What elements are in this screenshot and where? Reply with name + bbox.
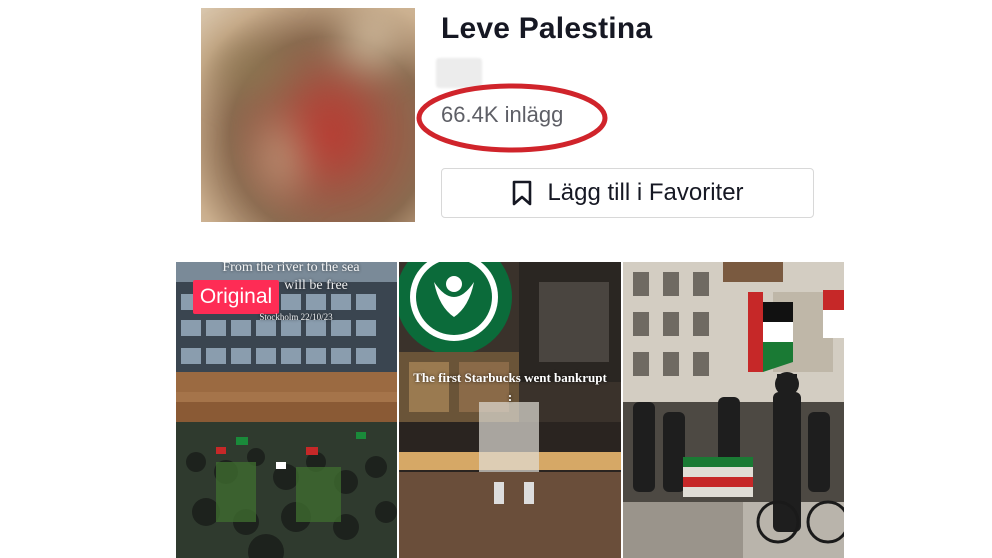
post-count: 66.4K inlägg — [441, 102, 564, 127]
add-to-favorites-label: Lägg till i Favoriter — [547, 179, 744, 206]
video-overlay-caption: Stockholm 22/10/23 — [259, 312, 333, 322]
video-grid: Original From the river to the sea will … — [176, 262, 844, 558]
hashtag-page: Leve Palestina 66.4K inlägg Lägg till i … — [0, 0, 992, 558]
video-overlay-text: will be free — [284, 278, 348, 293]
video-thumbnail[interactable] — [623, 262, 844, 558]
video-overlay-caption: The first Starbucks went bankrupt : — [413, 370, 607, 404]
video-thumbnail[interactable]: The first Starbucks went bankrupt : — [399, 262, 621, 558]
hashtag-title: Leve Palestina — [441, 12, 653, 45]
street-march-image — [623, 262, 844, 558]
hashtag-cover-image — [201, 8, 415, 222]
add-to-favorites-button[interactable]: Lägg till i Favoriter — [441, 168, 814, 218]
redacted-subtitle — [436, 58, 482, 88]
starbucks-store-image — [399, 262, 621, 558]
video-overlay-text: From the river to the sea — [222, 262, 360, 275]
video-thumbnail[interactable]: Original From the river to the sea will … — [176, 262, 397, 558]
bookmark-icon — [511, 180, 533, 206]
blurred-image-content — [201, 8, 415, 222]
